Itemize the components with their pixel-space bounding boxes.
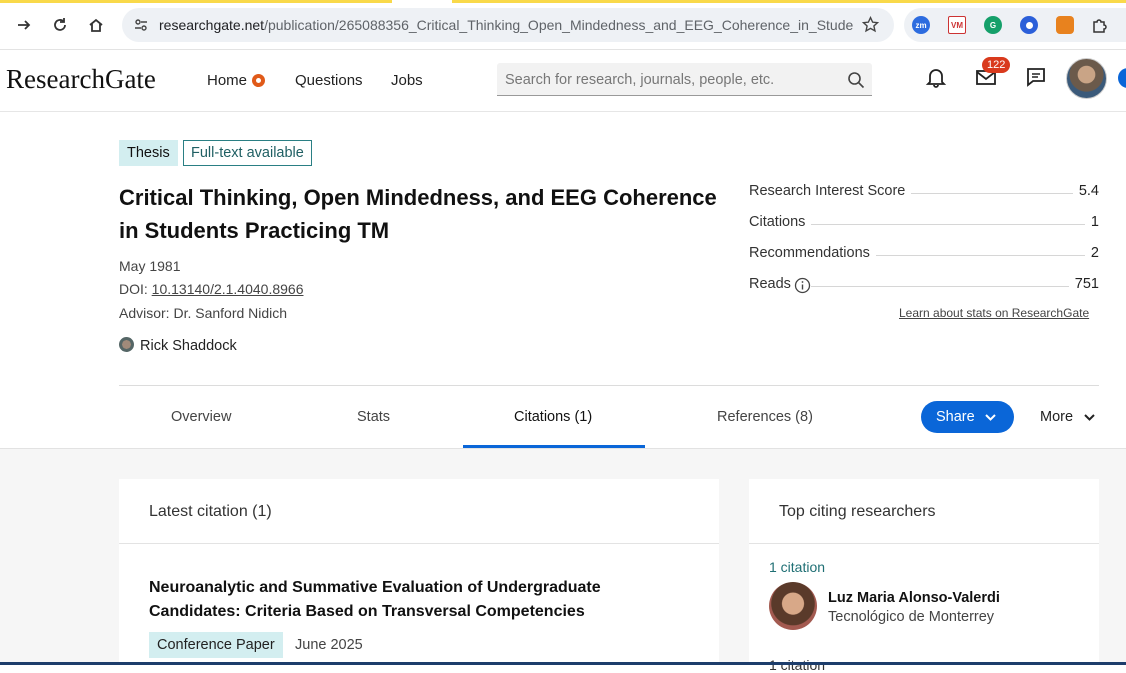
latest-citation-heading: Latest citation (1) <box>149 503 272 520</box>
nav-home[interactable]: Home <box>207 72 247 89</box>
chat-icon[interactable] <box>1025 66 1049 90</box>
vm-extension-icon[interactable]: VM <box>948 16 966 34</box>
more-label: More <box>1040 409 1074 425</box>
notifications-bell-icon[interactable] <box>925 66 949 90</box>
chevron-down-icon <box>984 411 997 428</box>
learn-about-stats-link[interactable]: Learn about stats on ResearchGate <box>899 306 1089 320</box>
publication-date: May 1981 <box>119 258 181 274</box>
tab-references[interactable]: References (8) <box>717 409 813 425</box>
tab-citations[interactable]: Citations (1) <box>514 409 592 425</box>
url-text: researchgate.net/publication/265088356_C… <box>159 17 854 33</box>
blue-circle-extension-icon[interactable] <box>1020 16 1038 34</box>
researchgate-logo[interactable]: ResearchGate <box>6 64 156 95</box>
site-header: ResearchGate Home Questions Jobs Search … <box>0 50 1126 112</box>
stat-value: 751 <box>1068 276 1099 292</box>
stat-label: Research Interest Score <box>749 183 912 199</box>
url-domain: researchgate.net <box>159 17 265 33</box>
grammarly-extension-icon[interactable]: G <box>984 16 1002 34</box>
reload-icon[interactable] <box>47 12 73 38</box>
stat-value: 1 <box>1084 214 1099 230</box>
doi-label: DOI: <box>119 281 148 297</box>
tabs-divider <box>119 385 1099 386</box>
share-button[interactable]: Share <box>921 401 1014 433</box>
publication-doi: DOI: 10.13140/2.1.4040.8966 <box>119 281 303 297</box>
researcher-name[interactable]: Luz Maria Alonso-Valerdi <box>828 590 1000 606</box>
metamask-extension-icon[interactable] <box>1056 16 1074 34</box>
stat-value: 2 <box>1084 245 1099 261</box>
thesis-tag: Thesis <box>119 140 178 166</box>
home-icon[interactable] <box>83 12 109 38</box>
site-settings-icon[interactable] <box>133 17 149 38</box>
fulltext-tag: Full-text available <box>183 140 312 166</box>
url-path: /publication/265088356_Critical_Thinking… <box>264 17 854 33</box>
stat-value: 5.4 <box>1072 183 1099 199</box>
stat-row-citations: Citations 1 <box>749 214 1099 234</box>
card-header: Latest citation (1) <box>119 479 719 544</box>
search-icon[interactable] <box>847 71 865 94</box>
top-stripe <box>0 0 1126 3</box>
researcher-citation-count: 1 citation <box>769 657 826 673</box>
extensions-tray: zm VM G <box>904 8 1126 42</box>
tab-stats[interactable]: Stats <box>357 409 390 425</box>
stat-label: Recommendations <box>749 245 876 261</box>
more-button[interactable]: More <box>1040 409 1095 425</box>
tab-overview[interactable]: Overview <box>171 409 231 425</box>
publication-advisor: Advisor: Dr. Sanford Nidich <box>119 305 288 321</box>
browser-toolbar: researchgate.net/publication/265088356_C… <box>0 0 1126 50</box>
stat-row-recommendations: Recommendations 2 <box>749 245 1099 265</box>
nav-questions[interactable]: Questions <box>295 72 363 89</box>
stat-row-research-interest: Research Interest Score 5.4 <box>749 183 1099 203</box>
researcher-institution[interactable]: Tecnológico de Monterrey <box>828 609 994 625</box>
search-placeholder: Search for research, journals, people, e… <box>505 72 775 88</box>
citation-date: June 2025 <box>295 637 363 653</box>
researcher-citation-count: 1 citation <box>769 559 826 575</box>
stat-label: Reads <box>749 276 797 292</box>
card-header: Top citing researchers <box>749 479 1099 544</box>
latest-citation-card: Latest citation (1) Neuroanalytic and Su… <box>119 479 719 669</box>
zoom-extension-icon[interactable]: zm <box>912 16 930 34</box>
address-bar[interactable]: researchgate.net/publication/265088356_C… <box>122 8 894 42</box>
author-name[interactable]: Rick Shaddock <box>140 338 237 354</box>
search-input[interactable]: Search for research, journals, people, e… <box>497 63 872 96</box>
citation-type-tag: Conference Paper <box>149 632 283 658</box>
researcher-avatar[interactable] <box>769 582 817 630</box>
mail-count-badge: 122 <box>982 57 1011 73</box>
stat-row-reads: Reads 751 <box>749 276 1099 299</box>
publication-title: Critical Thinking, Open Mindedness, and … <box>119 185 717 243</box>
top-citing-heading: Top citing researchers <box>779 503 936 520</box>
home-notification-dot-icon <box>252 74 265 87</box>
citation-title[interactable]: Neuroanalytic and Summative Evaluation o… <box>149 576 669 624</box>
nav-jobs[interactable]: Jobs <box>391 72 423 89</box>
stat-label: Citations <box>749 214 812 230</box>
author-avatar[interactable] <box>119 337 134 352</box>
bookmark-star-icon[interactable] <box>861 15 880 38</box>
forward-icon[interactable] <box>11 12 37 38</box>
doi-link[interactable]: 10.13140/2.1.4040.8966 <box>152 281 304 297</box>
user-avatar[interactable] <box>1066 58 1107 99</box>
share-label: Share <box>936 409 975 425</box>
info-icon[interactable] <box>794 277 811 299</box>
top-citing-researchers-card: Top citing researchers 1 citation Luz Ma… <box>749 479 1099 673</box>
chevron-down-icon <box>1083 411 1096 428</box>
puzzle-icon[interactable] <box>1091 16 1109 39</box>
